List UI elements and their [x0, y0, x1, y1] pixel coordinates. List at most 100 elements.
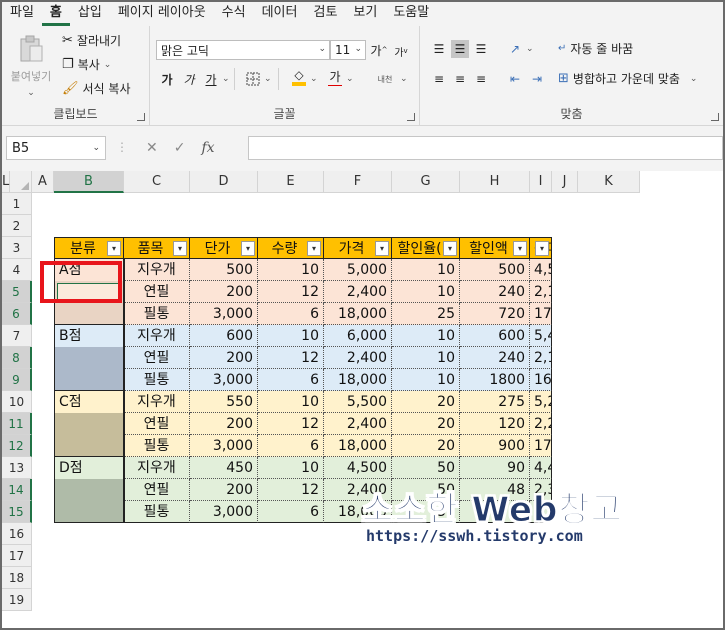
row-header-17[interactable]: 17 [2, 545, 32, 567]
value-cell[interactable]: 18,000 [324, 435, 392, 457]
row-header-4[interactable]: 4 [2, 259, 32, 281]
item-cell[interactable]: 지우개 [124, 259, 190, 281]
chevron-down-icon[interactable]: ⌄ [310, 74, 318, 84]
value-cell[interactable]: 6 [258, 303, 324, 325]
worksheet-grid[interactable]: A B C D E F G H I J K L 1 2 3 4 5 6 7 8 9 10 11 12 13 14 15 16 17 18 1… [2, 171, 723, 628]
column-header-j[interactable]: J [552, 171, 578, 193]
wrap-text-button[interactable]: ↵ 자동 줄 바꿈 [558, 40, 633, 57]
value-cell[interactable]: 5,000 [324, 259, 392, 281]
format-painter-button[interactable]: 🖌 서식 복사 [62, 80, 131, 97]
item-cell[interactable]: 연필 [124, 281, 190, 303]
chevron-down-icon[interactable]: ⌄ [104, 60, 112, 70]
row-header-12[interactable]: 12 [2, 435, 32, 457]
value-cell[interactable]: 3,000 [190, 435, 258, 457]
value-cell[interactable]: 10 [392, 281, 460, 303]
tab-formulas[interactable]: 수식 [214, 2, 254, 26]
bold-button[interactable]: 가 [158, 70, 176, 88]
item-cell[interactable]: 연필 [124, 479, 190, 501]
value-cell[interactable]: 4,500 [324, 457, 392, 479]
insert-function-icon[interactable]: fx [201, 140, 214, 156]
align-middle-button[interactable]: ☰ [451, 40, 469, 58]
value-cell[interactable]: 12 [258, 479, 324, 501]
value-cell[interactable]: 2,160 [530, 347, 552, 369]
value-cell[interactable]: 6 [258, 435, 324, 457]
column-header-d[interactable]: D [190, 171, 258, 193]
column-header-k[interactable]: K [578, 171, 640, 193]
value-cell[interactable]: 550 [190, 391, 258, 413]
font-color-button[interactable]: 가 [326, 68, 344, 86]
row-header-1[interactable]: 1 [2, 193, 32, 215]
font-name-select[interactable]: 맑은 고딕 ⌄ [156, 40, 330, 60]
value-cell[interactable]: 240 [460, 347, 530, 369]
value-cell[interactable]: 12 [258, 347, 324, 369]
value-cell[interactable]: 3,000 [190, 369, 258, 391]
chevron-down-icon[interactable]: ⌄ [346, 74, 354, 84]
row-header-2[interactable]: 2 [2, 215, 32, 237]
value-cell[interactable]: 500 [460, 259, 530, 281]
tab-view[interactable]: 보기 [345, 2, 385, 26]
category-cell[interactable]: D점 [54, 457, 124, 479]
value-cell[interactable]: 200 [190, 413, 258, 435]
row-header-13[interactable]: 13 [2, 457, 32, 479]
value-cell[interactable]: 200 [190, 281, 258, 303]
value-cell[interactable]: 10 [392, 347, 460, 369]
align-center-button[interactable]: ≡ [451, 70, 469, 88]
value-cell[interactable]: 200 [190, 479, 258, 501]
category-cell[interactable]: B점 [54, 325, 124, 347]
shrink-font-button[interactable]: 가v [392, 42, 410, 60]
value-cell[interactable]: 50 [392, 457, 460, 479]
row-header-14[interactable]: 14 [2, 479, 32, 501]
phonetic-button[interactable]: 내천 [372, 70, 398, 88]
column-header-i[interactable]: I [530, 171, 552, 193]
filter-dropdown-icon[interactable]: ▾ [535, 241, 549, 256]
value-cell[interactable]: 5,500 [324, 391, 392, 413]
name-box[interactable]: B5 ⌄ [6, 136, 106, 160]
value-cell[interactable]: 120 [460, 413, 530, 435]
row-header-18[interactable]: 18 [2, 567, 32, 589]
value-cell[interactable]: 17,100 [530, 435, 552, 457]
row-header-6[interactable]: 6 [2, 303, 32, 325]
row-header-15[interactable]: 15 [2, 501, 32, 523]
item-cell[interactable]: 연필 [124, 347, 190, 369]
value-cell[interactable]: 20 [392, 435, 460, 457]
item-cell[interactable]: 필통 [124, 501, 190, 523]
filter-dropdown-icon[interactable]: ▾ [307, 241, 321, 256]
row-header-9[interactable]: 9 [2, 369, 32, 391]
value-cell[interactable]: 10 [392, 369, 460, 391]
category-cell[interactable]: C점 [54, 391, 124, 413]
chevron-down-icon[interactable]: ⌄ [690, 74, 698, 84]
value-cell[interactable]: 2,400 [324, 281, 392, 303]
value-cell[interactable]: 2,280 [530, 413, 552, 435]
italic-button[interactable]: 가 [180, 70, 198, 88]
value-cell[interactable]: 4,410 [530, 457, 552, 479]
row-header-16[interactable]: 16 [2, 523, 32, 545]
value-cell[interactable]: 2,160 [530, 281, 552, 303]
value-cell[interactable]: 10 [258, 391, 324, 413]
dialog-launcher-icon[interactable] [407, 113, 415, 121]
value-cell[interactable]: 20 [392, 413, 460, 435]
value-cell[interactable]: 90 [460, 457, 530, 479]
column-header-b[interactable]: B [54, 171, 124, 193]
merge-center-button[interactable]: ⊞ 병합하고 가운데 맞춤 ⌄ [558, 70, 697, 87]
item-cell[interactable]: 필통 [124, 303, 190, 325]
value-cell[interactable]: 6 [258, 501, 324, 523]
row-header-3[interactable]: 3 [2, 237, 32, 259]
align-right-button[interactable]: ≡ [472, 70, 490, 88]
filter-dropdown-icon[interactable]: ▾ [443, 241, 457, 256]
column-header-g[interactable]: G [392, 171, 460, 193]
value-cell[interactable]: 12 [258, 413, 324, 435]
filter-dropdown-icon[interactable]: ▾ [513, 241, 527, 256]
value-cell[interactable]: 5,225 [530, 391, 552, 413]
value-cell[interactable]: 900 [460, 435, 530, 457]
value-cell[interactable]: 6,000 [324, 325, 392, 347]
item-cell[interactable]: 지우개 [124, 457, 190, 479]
value-cell[interactable]: 1800 [460, 369, 530, 391]
row-header-5[interactable]: 5 [2, 281, 32, 303]
value-cell[interactable]: 200 [190, 347, 258, 369]
align-top-button[interactable]: ☰ [430, 40, 448, 58]
value-cell[interactable]: 500 [190, 259, 258, 281]
underline-button[interactable]: 가 [202, 70, 220, 88]
value-cell[interactable]: 2,400 [324, 347, 392, 369]
tab-page-layout[interactable]: 페이지 레이아웃 [110, 2, 214, 26]
filter-dropdown-icon[interactable]: ▾ [107, 241, 121, 256]
